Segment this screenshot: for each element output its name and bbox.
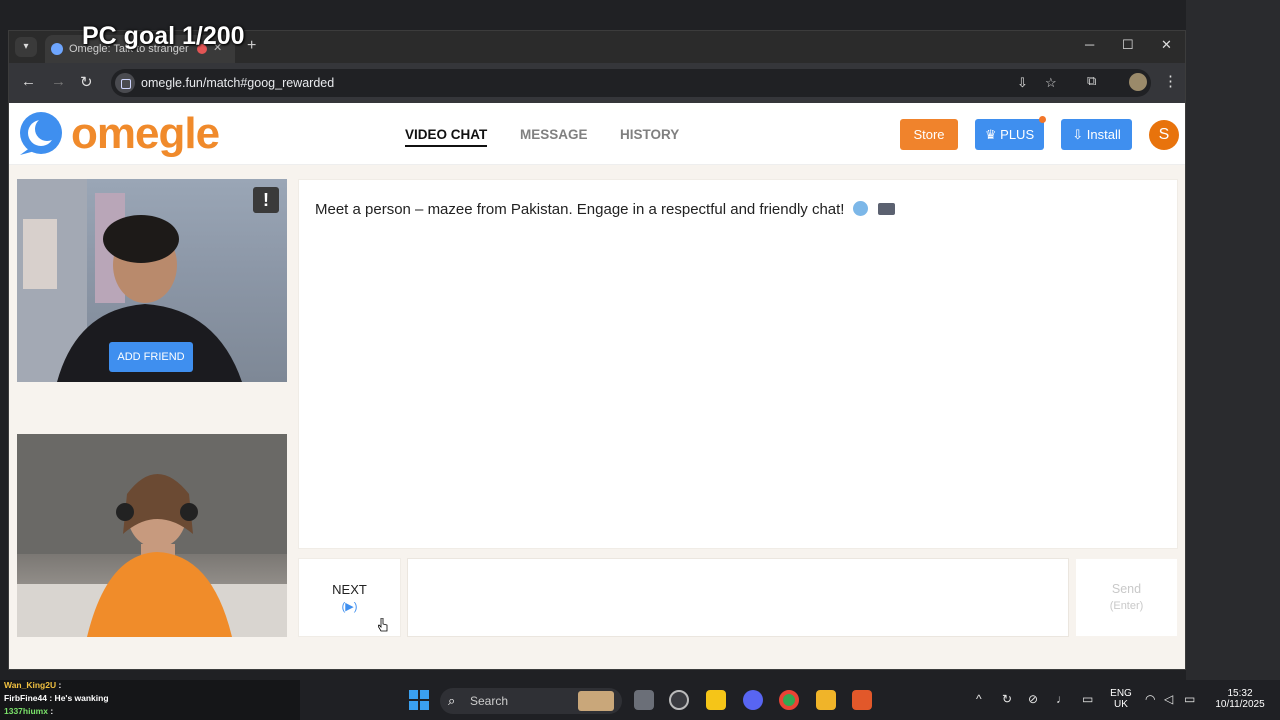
- stream-chat-line: Wan_King2U :: [4, 680, 61, 690]
- next-shortcut-hint: (▶): [341, 601, 358, 613]
- url-text: omegle.fun/match#goog_rewarded: [141, 76, 335, 90]
- nav-message[interactable]: MESSAGE: [520, 127, 588, 142]
- browser-window: ▾ Omegle: Talk to strangers w ✕ + ─ ☐ ✕ …: [8, 30, 1186, 670]
- send-button[interactable]: Send (Enter): [1075, 558, 1178, 637]
- address-bar[interactable]: omegle.fun/match#goog_rewarded ⇩ ☆: [111, 69, 1151, 97]
- tab-search-dropdown[interactable]: ▾: [15, 37, 37, 57]
- stream-chat-user: Wan_King2U: [4, 680, 57, 690]
- add-friend-button[interactable]: ADD FRIEND: [109, 342, 193, 372]
- mouse-pointer-icon: [378, 618, 388, 632]
- clock-date: 10/11/2025: [1215, 699, 1265, 710]
- plus-label: PLUS: [1000, 127, 1035, 142]
- system-message: Meet a person – mazee from Pakistan. Eng…: [315, 201, 895, 218]
- install-app-icon[interactable]: ⇩: [1017, 75, 1028, 91]
- stream-chat-text: :: [58, 680, 62, 690]
- sticky-notes-icon[interactable]: [706, 690, 726, 710]
- omegle-logo-text[interactable]: omegle: [71, 109, 220, 159]
- settings-gear-icon[interactable]: [669, 690, 689, 710]
- install-label: Install: [1086, 127, 1121, 142]
- search-placeholder: Search: [470, 694, 509, 708]
- extensions-puzzle-icon[interactable]: ⧉: [1087, 73, 1096, 89]
- omegle-page: omegle VIDEO CHAT MESSAGE HISTORY Store …: [9, 103, 1185, 669]
- desktop-background: [1186, 0, 1280, 680]
- sync-icon[interactable]: ↻: [1002, 692, 1012, 706]
- nav-video-chat[interactable]: VIDEO CHAT: [405, 127, 488, 147]
- stream-chat-overlay: Wan_King2U : FirbFine44 : He's wanking 1…: [0, 680, 300, 720]
- keyboard-layout: UK: [1114, 699, 1128, 710]
- app-icon[interactable]: [852, 690, 872, 710]
- discord-icon[interactable]: [743, 690, 763, 710]
- windows-taskbar: Wan_King2U : FirbFine44 : He's wanking 1…: [0, 680, 1280, 720]
- volume-icon[interactable]: ◁: [1164, 692, 1173, 706]
- site-info-icon[interactable]: [115, 73, 135, 93]
- forward-arrow-icon[interactable]: →: [51, 73, 66, 90]
- install-button[interactable]: ⇩ Install: [1061, 119, 1132, 150]
- globe-icon: [852, 201, 868, 216]
- stream-chat-text: :: [50, 706, 54, 716]
- language-code: ENG: [1110, 688, 1132, 699]
- user-avatar[interactable]: S: [1149, 120, 1179, 150]
- clock-time: 15:32: [1227, 688, 1253, 699]
- new-tab-button[interactable]: +: [247, 37, 256, 55]
- download-icon: ⇩: [1072, 127, 1087, 142]
- battery-icon[interactable]: ▭: [1184, 692, 1195, 706]
- omegle-favicon-icon: [51, 43, 63, 55]
- search-highlight-image: [578, 691, 614, 711]
- stream-chat-text: : He's wanking: [49, 693, 109, 703]
- windows-start-icon[interactable]: [409, 690, 429, 710]
- close-window-button[interactable]: ✕: [1161, 37, 1172, 53]
- site-header: omegle VIDEO CHAT MESSAGE HISTORY Store …: [9, 103, 1185, 165]
- chat-log: Meet a person – mazee from Pakistan. Eng…: [298, 179, 1178, 549]
- plus-button[interactable]: ♛ PLUS: [975, 116, 1046, 150]
- stream-overlay-goal: PC goal 1/200: [82, 22, 245, 50]
- taskbar-search[interactable]: ⌕ Search: [440, 688, 622, 714]
- stream-chat-line: FirbFine44 : He's wanking: [4, 693, 109, 703]
- bookmark-star-icon[interactable]: ☆: [1045, 75, 1057, 91]
- stranger-video: ! ADD FRIEND: [17, 179, 287, 382]
- wifi-icon[interactable]: ◠: [1145, 692, 1155, 706]
- camera-off-icon[interactable]: ⊘: [1028, 692, 1038, 706]
- minimize-button[interactable]: ─: [1085, 37, 1094, 52]
- profile-avatar-icon[interactable]: [1129, 73, 1147, 91]
- stream-chat-user: FirbFine44: [4, 693, 47, 703]
- send-shortcut-hint: (Enter): [1109, 600, 1144, 612]
- address-toolbar: ← → ↻ omegle.fun/match#goog_rewarded ⇩ ☆…: [9, 63, 1185, 103]
- show-hidden-icons-chevron-icon[interactable]: ^: [976, 692, 982, 706]
- self-video: [17, 434, 287, 637]
- microphone-icon[interactable]: ♩: [1056, 692, 1068, 706]
- stream-chat-user: 1337hiumx: [4, 706, 48, 716]
- system-message-text: Meet a person – mazee from Pakistan. Eng…: [315, 201, 845, 218]
- browser-menu-icon[interactable]: ⋮: [1163, 72, 1178, 90]
- self-video-feed: [17, 434, 287, 637]
- file-explorer-icon[interactable]: [816, 690, 836, 710]
- video-camera-icon: [877, 203, 895, 215]
- nav-history[interactable]: HISTORY: [620, 127, 679, 142]
- back-arrow-icon[interactable]: ←: [21, 73, 36, 90]
- clock[interactable]: 15:32 10/11/2025: [1206, 688, 1274, 710]
- crown-icon: ♛: [984, 127, 1001, 142]
- maximize-button[interactable]: ☐: [1122, 37, 1134, 53]
- language-indicator[interactable]: ENG UK: [1108, 688, 1134, 710]
- notification-dot: [1039, 116, 1046, 123]
- chrome-icon[interactable]: [779, 690, 799, 710]
- display-icon[interactable]: ▭: [1082, 692, 1093, 706]
- message-input[interactable]: [407, 558, 1069, 637]
- report-button[interactable]: !: [253, 187, 279, 213]
- reload-icon[interactable]: ↻: [80, 73, 93, 91]
- send-label: Send: [1111, 582, 1142, 596]
- next-label: NEXT: [332, 582, 367, 597]
- omegle-logo-icon[interactable]: [17, 111, 65, 159]
- search-icon: ⌕: [448, 693, 456, 708]
- stream-chat-line: 1337hiumx :: [4, 706, 53, 716]
- store-button[interactable]: Store: [900, 119, 958, 150]
- task-view-icon[interactable]: [634, 690, 654, 710]
